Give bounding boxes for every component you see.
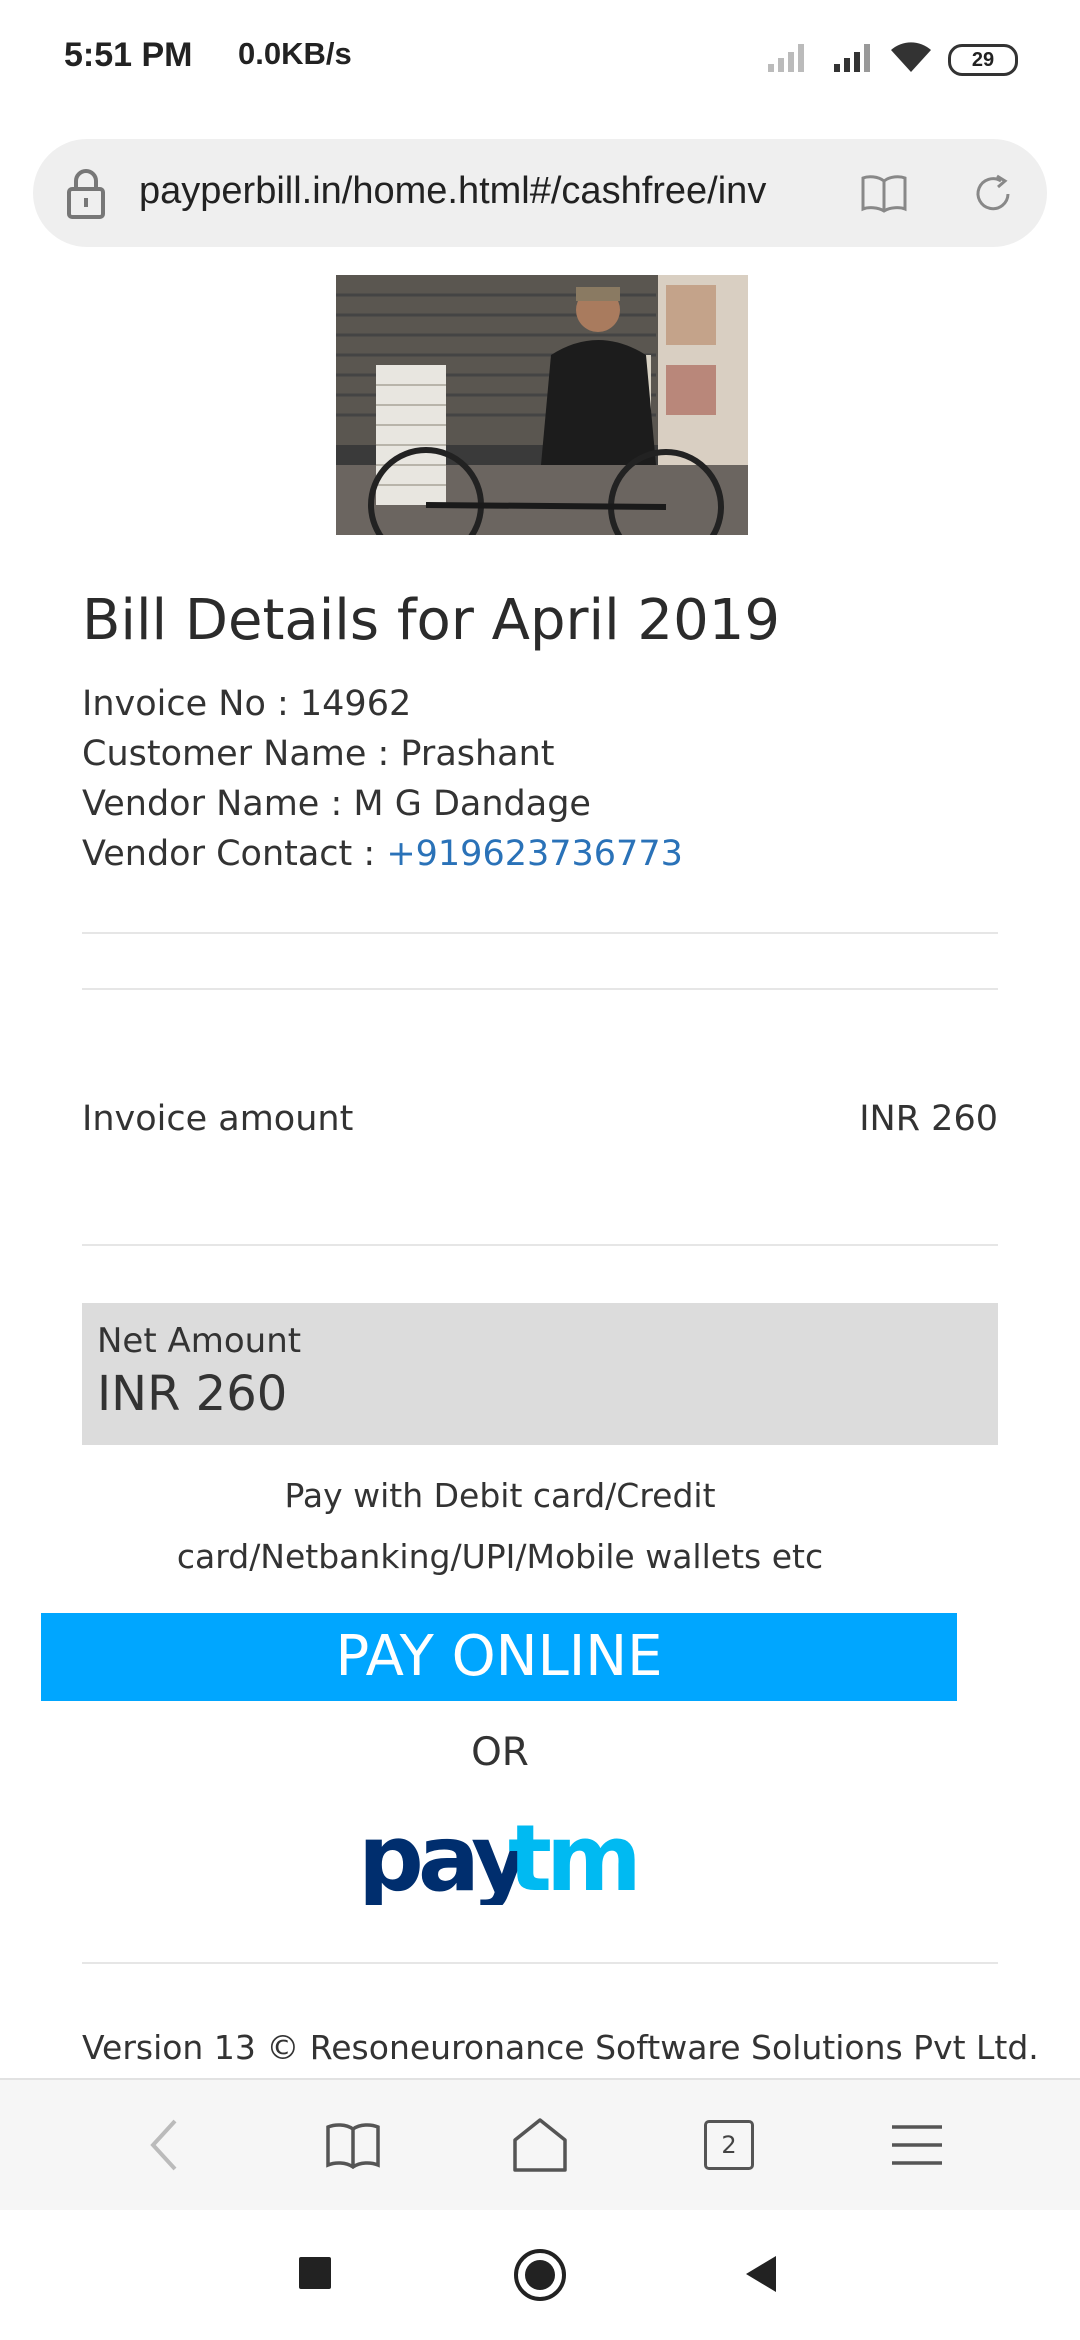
vendor-contact: Vendor Contact : +919623736773 <box>82 834 683 874</box>
page-title: Bill Details for April 2019 <box>82 588 780 653</box>
status-time: 5:51 PM <box>64 36 193 74</box>
signal-icon <box>834 44 870 72</box>
wifi-icon <box>891 42 931 72</box>
divider <box>82 988 998 990</box>
pay-online-button[interactable]: PAY ONLINE <box>41 1613 957 1701</box>
recents-icon[interactable] <box>299 2257 331 2289</box>
url-text[interactable]: payperbill.in/home.html#/cashfree/inv <box>139 170 766 213</box>
lock-icon <box>67 169 105 219</box>
signal-weak-icon <box>768 44 804 72</box>
bookmarks-icon <box>326 2123 380 2169</box>
or-separator: OR <box>471 1730 529 1775</box>
divider <box>82 1244 998 1246</box>
paytm-pay-text: pay <box>358 1810 530 1905</box>
status-net-speed: 0.0KB/s <box>238 36 352 71</box>
menu-icon <box>892 2125 942 2165</box>
home-nav-icon[interactable] <box>513 2248 567 2302</box>
refresh-icon[interactable] <box>971 172 1015 216</box>
footer-version: Version 13 © Resoneuronance Software Sol… <box>82 2028 1039 2067</box>
vendor-contact-label: Vendor Contact : <box>82 834 387 874</box>
vendor-name: Vendor Name : M G Dandage <box>82 784 591 824</box>
battery-icon: 29 <box>948 44 1018 76</box>
tabs-icon: 2 <box>704 2120 754 2170</box>
menu-button[interactable] <box>882 2110 952 2180</box>
invoice-number: Invoice No : 14962 <box>82 684 412 724</box>
tabs-button[interactable]: 2 <box>694 2110 764 2180</box>
home-icon <box>513 2118 567 2172</box>
back-icon <box>150 2119 177 2171</box>
divider <box>82 932 998 934</box>
home-button[interactable] <box>505 2110 575 2180</box>
invoice-amount-label: Invoice amount <box>82 1099 354 1139</box>
customer-name: Customer Name : Prashant <box>82 734 555 774</box>
divider <box>82 1962 998 1964</box>
bookmarks-button[interactable] <box>318 2110 388 2180</box>
net-amount-label: Net Amount <box>97 1321 302 1361</box>
back-button[interactable] <box>130 2110 200 2180</box>
net-amount-value: INR 260 <box>97 1366 288 1422</box>
invoice-amount-value: INR 260 <box>859 1099 998 1139</box>
back-nav-icon[interactable] <box>743 2254 779 2294</box>
vendor-phone-link[interactable]: +919623736773 <box>386 834 683 874</box>
reader-mode-icon[interactable] <box>860 173 908 213</box>
paytm-tm-text: tm <box>508 1810 636 1905</box>
paytm-button[interactable]: pay tm <box>358 1810 640 1905</box>
vendor-photo <box>336 275 748 535</box>
payment-methods-note: Pay with Debit card/Credit card/Netbanki… <box>176 1476 824 1576</box>
